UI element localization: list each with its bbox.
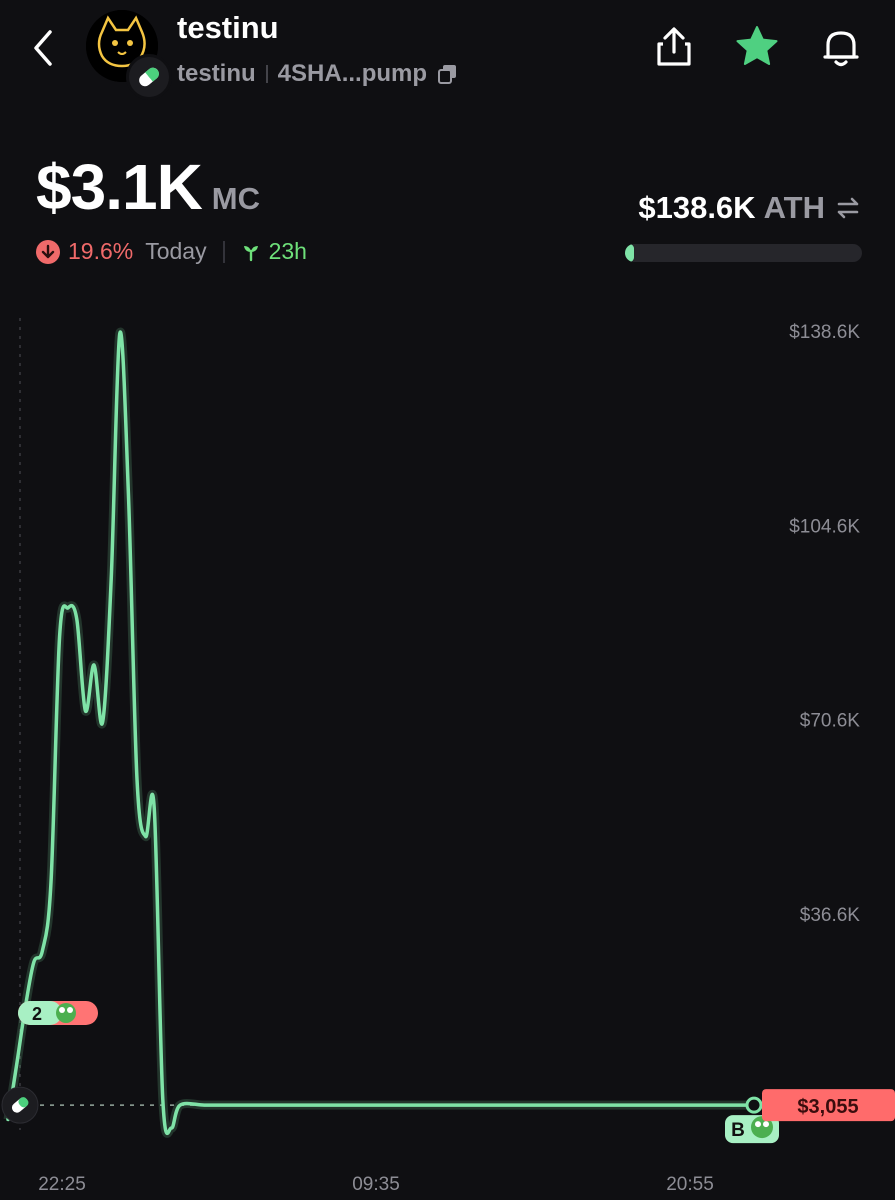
y-tick-label: $70.6K — [800, 711, 861, 732]
y-tick-label: $36.6K — [800, 905, 861, 926]
market-cap-value: $3.1K — [36, 151, 203, 223]
token-ticker: testinu — [177, 60, 256, 87]
price-line — [6, 330, 764, 1136]
trade-marker-count: 2 — [32, 1004, 42, 1024]
token-header: testinu testinu 4SHA...pump — [0, 0, 895, 110]
price-change: 19.6% Today 23h — [36, 238, 307, 265]
change-percent: 19.6% — [68, 238, 134, 264]
divider — [265, 65, 268, 83]
frog-eye-icon — [755, 1121, 761, 1128]
frog-eye-icon — [67, 1006, 73, 1013]
ath-label: ATH — [763, 190, 825, 225]
pill-badge-icon — [126, 54, 172, 100]
contract-address[interactable]: 4SHA...pump — [278, 60, 427, 88]
price-line-glow — [3, 327, 762, 1138]
x-tick-label: 09:35 — [352, 1174, 400, 1195]
y-tick-label: $138.6K — [789, 322, 860, 343]
swap-icon[interactable] — [833, 193, 863, 223]
x-tick-label: 20:55 — [666, 1174, 714, 1195]
sprout-icon — [243, 245, 258, 261]
y-tick-label: $104.6K — [789, 516, 860, 537]
current-point — [745, 1096, 763, 1114]
market-cap: $3.1K MC — [36, 150, 260, 224]
frog-avatar-icon — [56, 1002, 76, 1023]
current-price-tag: $3,055 — [797, 1096, 858, 1118]
market-cap-unit: MC — [211, 181, 260, 216]
token-age: 23h — [268, 238, 307, 264]
down-arrow-icon — [36, 239, 60, 264]
buy-marker-label: B — [731, 1120, 745, 1141]
share-icon[interactable] — [651, 24, 697, 70]
bell-icon[interactable] — [818, 24, 864, 70]
token-subtitle: testinu 4SHA...pump — [177, 60, 459, 88]
copy-icon[interactable] — [437, 63, 459, 85]
ath-progress-fill — [625, 244, 635, 262]
back-chevron-icon[interactable] — [24, 24, 64, 72]
change-period: Today — [145, 238, 207, 264]
pill-marker — [1, 1086, 39, 1124]
ath-value: $138.6K — [638, 190, 756, 225]
x-tick-label: 22:25 — [38, 1174, 86, 1195]
frog-eye-icon — [763, 1121, 769, 1128]
price-chart[interactable]: $138.6K$104.6K$70.6K$36.6K$2.6K22:2509:3… — [0, 300, 895, 1200]
star-icon[interactable] — [734, 24, 780, 70]
frog-eye-icon — [59, 1006, 65, 1013]
token-name: testinu — [177, 10, 279, 45]
divider — [222, 240, 225, 263]
ath-progress-bar — [625, 244, 862, 262]
ath-block[interactable]: $138.6K ATH — [638, 190, 863, 226]
